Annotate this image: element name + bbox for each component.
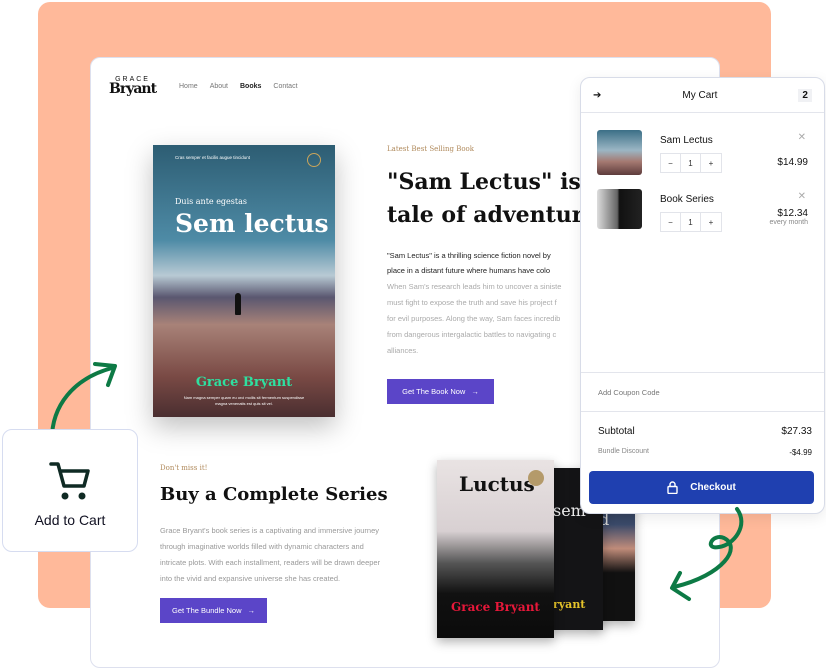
body-line: through imaginative worlds filled with d…	[160, 542, 364, 551]
series-title: Buy a Complete Series	[160, 484, 388, 505]
hero-eyebrow: Latest Best Selling Book	[387, 145, 475, 153]
subtotal-label: Subtotal	[598, 426, 635, 437]
arrow-right-icon: →	[471, 387, 479, 396]
get-bundle-label: Get The Bundle Now	[172, 606, 242, 615]
hero-title: "Sam Lectus" is a tale of adventure,	[387, 166, 605, 232]
book-author: ryant	[553, 598, 586, 611]
decrement-button[interactable]: −	[661, 154, 681, 172]
hero-title-line: "Sam Lectus" is a	[387, 169, 603, 195]
logo-large: Bryant	[109, 81, 157, 97]
decrement-button[interactable]: −	[661, 213, 681, 231]
walking-figure	[235, 293, 241, 315]
cover-subtitle: Duis ante egestas	[175, 197, 247, 206]
body-line: into the vivid and expansive universe sh…	[160, 574, 341, 583]
discount-row: Bundle Discount -$4.99	[598, 448, 812, 457]
add-to-cart-card[interactable]: Add to Cart	[2, 429, 138, 552]
body-line: alliances.	[387, 346, 419, 355]
swirl-arrow-icon	[670, 507, 744, 601]
main-nav: Home About Books Contact	[179, 83, 298, 90]
cart-count-badge: 2	[798, 88, 812, 102]
quantity-stepper: − 1 +	[660, 212, 722, 232]
nav-about[interactable]: About	[210, 83, 228, 90]
cart-item: Sam Lectus − 1 + ✕ $14.99	[597, 130, 812, 180]
quantity-value[interactable]: 1	[681, 213, 701, 231]
nav-books[interactable]: Books	[240, 83, 261, 90]
item-name: Sam Lectus	[660, 135, 713, 146]
get-book-button[interactable]: Get The Book Now →	[387, 379, 494, 404]
subtotal-value: $27.33	[781, 426, 812, 437]
item-price-block: $12.34 every month	[769, 208, 808, 226]
shopping-cart-icon	[49, 462, 90, 500]
brand-logo[interactable]: GRACE Bryant	[109, 76, 157, 97]
subtotal-row: Subtotal $27.33	[598, 426, 812, 437]
checkout-button[interactable]: Checkout	[589, 471, 814, 504]
award-laurel-icon	[307, 153, 321, 167]
series-eyebrow: Don't miss it!	[160, 464, 208, 472]
cover-author: Grace Bryant	[195, 375, 293, 390]
body-line: Grace Bryant's book series is a captivat…	[160, 526, 380, 535]
body-line: from dangerous intergalactic battles to …	[387, 330, 557, 339]
cart-header: ➔ My Cart 2	[581, 78, 824, 113]
hero-title-line: tale of adventure,	[387, 202, 606, 228]
cart-item: Book Series − 1 + ✕ $12.34 every month	[597, 189, 812, 239]
cover-title: Sem lectus	[175, 209, 329, 238]
item-price: $14.99	[777, 157, 808, 168]
book-cover-sem-lectus: Cras semper et facilis augue tincidunt D…	[153, 145, 335, 417]
discount-label: Bundle Discount	[598, 448, 649, 455]
cover-tagline: Cras semper et facilis augue tincidunt	[175, 155, 251, 160]
lock-icon	[667, 481, 678, 494]
quantity-stepper: − 1 +	[660, 153, 722, 173]
body-line: When Sam's research leads him to uncover…	[387, 282, 562, 291]
billing-note: every month	[769, 219, 808, 226]
body-line: must fight to expose the truth and save …	[387, 298, 557, 307]
collapse-arrow-icon[interactable]: ➔	[593, 90, 601, 101]
increment-button[interactable]: +	[701, 213, 721, 231]
series-book-luctus: Luctus Grace Bryant	[437, 460, 554, 638]
increment-button[interactable]: +	[701, 154, 721, 172]
item-thumbnail	[597, 130, 642, 175]
get-book-label: Get The Book Now	[402, 387, 466, 396]
add-to-cart-label: Add to Cart	[34, 512, 106, 528]
item-name: Book Series	[660, 194, 714, 205]
award-badge-icon	[528, 470, 544, 486]
arrow-right-icon: →	[247, 606, 256, 615]
cart-title: My Cart	[682, 89, 718, 101]
nav-home[interactable]: Home	[179, 83, 198, 90]
coupon-code-field[interactable]: Add Coupon Code	[581, 372, 824, 412]
item-thumbnail	[597, 189, 642, 229]
series-body: Grace Bryant's book series is a captivat…	[160, 523, 380, 587]
hero-body: When Sam's research leads him to uncover…	[387, 279, 561, 359]
nav-contact[interactable]: Contact	[273, 83, 297, 90]
remove-item-icon[interactable]: ✕	[798, 132, 806, 143]
book-title: Luctus	[459, 472, 535, 496]
item-price: $12.34	[777, 208, 808, 219]
cart-panel: ➔ My Cart 2 Sam Lectus − 1 + ✕ $14.99 Bo…	[580, 77, 825, 514]
body-line: for evil purposes. Along the way, Sam fa…	[387, 314, 561, 323]
get-bundle-button[interactable]: Get The Bundle Now →	[160, 598, 267, 623]
remove-item-icon[interactable]: ✕	[798, 191, 806, 202]
quantity-value[interactable]: 1	[681, 154, 701, 172]
cover-blurb: Nam magna semper quam eu orci mollis sit…	[183, 395, 305, 406]
discount-value: -$4.99	[789, 448, 812, 457]
checkout-label: Checkout	[690, 482, 736, 493]
body-line: intricate plots. With each installment, …	[160, 558, 381, 567]
book-author: Grace Bryant	[451, 600, 540, 614]
